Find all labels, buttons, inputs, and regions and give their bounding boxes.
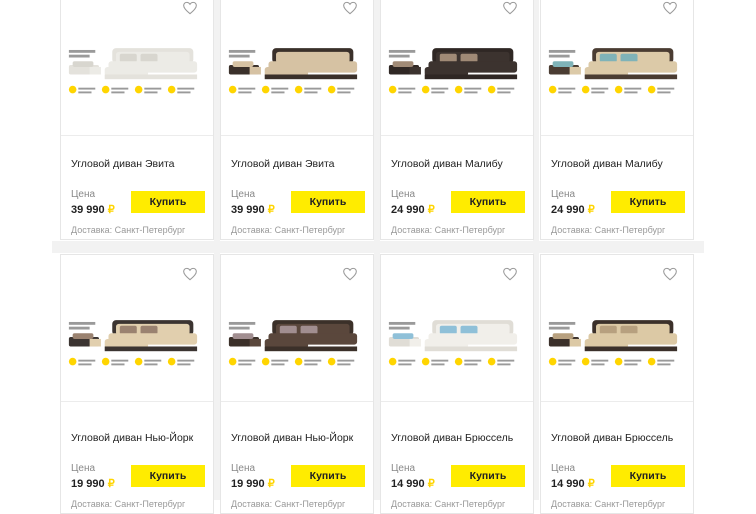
buy-button[interactable]: Купить <box>131 191 205 213</box>
product-image[interactable] <box>381 255 533 402</box>
price-value: 39 990 <box>231 204 265 216</box>
delivery-info: Доставка: Санкт-Петербург <box>551 225 666 235</box>
product-title[interactable]: Угловой диван Нью-Йорк <box>231 432 353 444</box>
product-image[interactable] <box>541 255 693 402</box>
price-label: Цена <box>391 189 416 200</box>
product-price: 24 990 ₽ <box>391 203 435 216</box>
price-label: Цена <box>391 463 416 474</box>
product-price: 14 990 ₽ <box>391 477 435 490</box>
sofa-illustration <box>548 48 678 94</box>
heart-icon[interactable] <box>499 0 521 19</box>
ruble-sign: ₽ <box>267 478 275 490</box>
sofa-illustration <box>228 48 358 94</box>
price-value: 14 990 <box>391 478 425 490</box>
sofa-illustration <box>388 320 518 366</box>
product-card[interactable]: Угловой диван Нью-Йорк Цена 19 990 ₽ Куп… <box>60 254 214 514</box>
sofa-illustration <box>228 320 358 366</box>
sofa-illustration <box>68 48 198 94</box>
price-value: 39 990 <box>71 204 105 216</box>
ruble-sign: ₽ <box>107 478 115 490</box>
price-value: 14 990 <box>551 478 585 490</box>
product-title[interactable]: Угловой диван Брюссель <box>391 432 513 444</box>
product-title[interactable]: Угловой диван Эвита <box>231 158 335 170</box>
product-image[interactable] <box>61 255 213 402</box>
price-value: 19 990 <box>231 478 265 490</box>
product-price: 39 990 ₽ <box>71 203 115 216</box>
product-price: 39 990 ₽ <box>231 203 275 216</box>
ruble-sign: ₽ <box>587 478 595 490</box>
product-card[interactable]: Угловой диван Эвита Цена 39 990 ₽ Купить… <box>220 0 374 240</box>
heart-icon[interactable] <box>339 0 361 19</box>
heart-icon[interactable] <box>659 263 681 285</box>
ruble-sign: ₽ <box>427 478 435 490</box>
product-card[interactable]: Угловой диван Малибу Цена 24 990 ₽ Купит… <box>540 0 694 240</box>
buy-button[interactable]: Купить <box>451 465 525 487</box>
product-price: 19 990 ₽ <box>231 477 275 490</box>
product-title[interactable]: Угловой диван Нью-Йорк <box>71 432 193 444</box>
buy-button[interactable]: Купить <box>611 465 685 487</box>
delivery-info: Доставка: Санкт-Петербург <box>71 225 186 235</box>
product-card[interactable]: Угловой диван Брюссель Цена 14 990 ₽ Куп… <box>380 254 534 514</box>
buy-button[interactable]: Купить <box>291 191 365 213</box>
product-card[interactable]: Угловой диван Эвита Цена 39 990 ₽ Купить… <box>60 0 214 240</box>
sofa-illustration <box>68 320 198 366</box>
product-image[interactable] <box>61 0 213 136</box>
delivery-info: Доставка: Санкт-Петербург <box>391 225 506 235</box>
product-card[interactable]: Угловой диван Брюссель Цена 14 990 ₽ Куп… <box>540 254 694 514</box>
product-price: 24 990 ₽ <box>551 203 595 216</box>
ruble-sign: ₽ <box>107 204 115 216</box>
product-image[interactable] <box>541 0 693 136</box>
product-card[interactable]: Угловой диван Малибу Цена 24 990 ₽ Купит… <box>380 0 534 240</box>
buy-button[interactable]: Купить <box>131 465 205 487</box>
price-label: Цена <box>551 463 576 474</box>
product-price: 14 990 ₽ <box>551 477 595 490</box>
price-value: 19 990 <box>71 478 105 490</box>
product-image[interactable] <box>221 0 373 136</box>
product-image[interactable] <box>221 255 373 402</box>
heart-icon[interactable] <box>659 0 681 19</box>
sofa-illustration <box>548 320 678 366</box>
price-label: Цена <box>231 189 256 200</box>
product-image[interactable] <box>381 0 533 136</box>
ruble-sign: ₽ <box>267 204 275 216</box>
ruble-sign: ₽ <box>427 204 435 216</box>
heart-icon[interactable] <box>339 263 361 285</box>
delivery-info: Доставка: Санкт-Петербург <box>231 499 346 509</box>
heart-icon[interactable] <box>499 263 521 285</box>
price-label: Цена <box>71 189 96 200</box>
product-title[interactable]: Угловой диван Брюссель <box>551 432 673 444</box>
delivery-info: Доставка: Санкт-Петербург <box>231 225 346 235</box>
price-label: Цена <box>71 463 96 474</box>
price-value: 24 990 <box>551 204 585 216</box>
buy-button[interactable]: Купить <box>291 465 365 487</box>
ruble-sign: ₽ <box>587 204 595 216</box>
product-title[interactable]: Угловой диван Малибу <box>551 158 663 170</box>
sofa-illustration <box>388 48 518 94</box>
product-price: 19 990 ₽ <box>71 477 115 490</box>
product-title[interactable]: Угловой диван Малибу <box>391 158 503 170</box>
price-label: Цена <box>231 463 256 474</box>
product-title[interactable]: Угловой диван Эвита <box>71 158 175 170</box>
buy-button[interactable]: Купить <box>611 191 685 213</box>
product-card[interactable]: Угловой диван Нью-Йорк Цена 19 990 ₽ Куп… <box>220 254 374 514</box>
heart-icon[interactable] <box>179 263 201 285</box>
delivery-info: Доставка: Санкт-Петербург <box>551 499 666 509</box>
price-value: 24 990 <box>391 204 425 216</box>
delivery-info: Доставка: Санкт-Петербург <box>71 499 186 509</box>
buy-button[interactable]: Купить <box>451 191 525 213</box>
price-label: Цена <box>551 189 576 200</box>
delivery-info: Доставка: Санкт-Петербург <box>391 499 506 509</box>
heart-icon[interactable] <box>179 0 201 19</box>
